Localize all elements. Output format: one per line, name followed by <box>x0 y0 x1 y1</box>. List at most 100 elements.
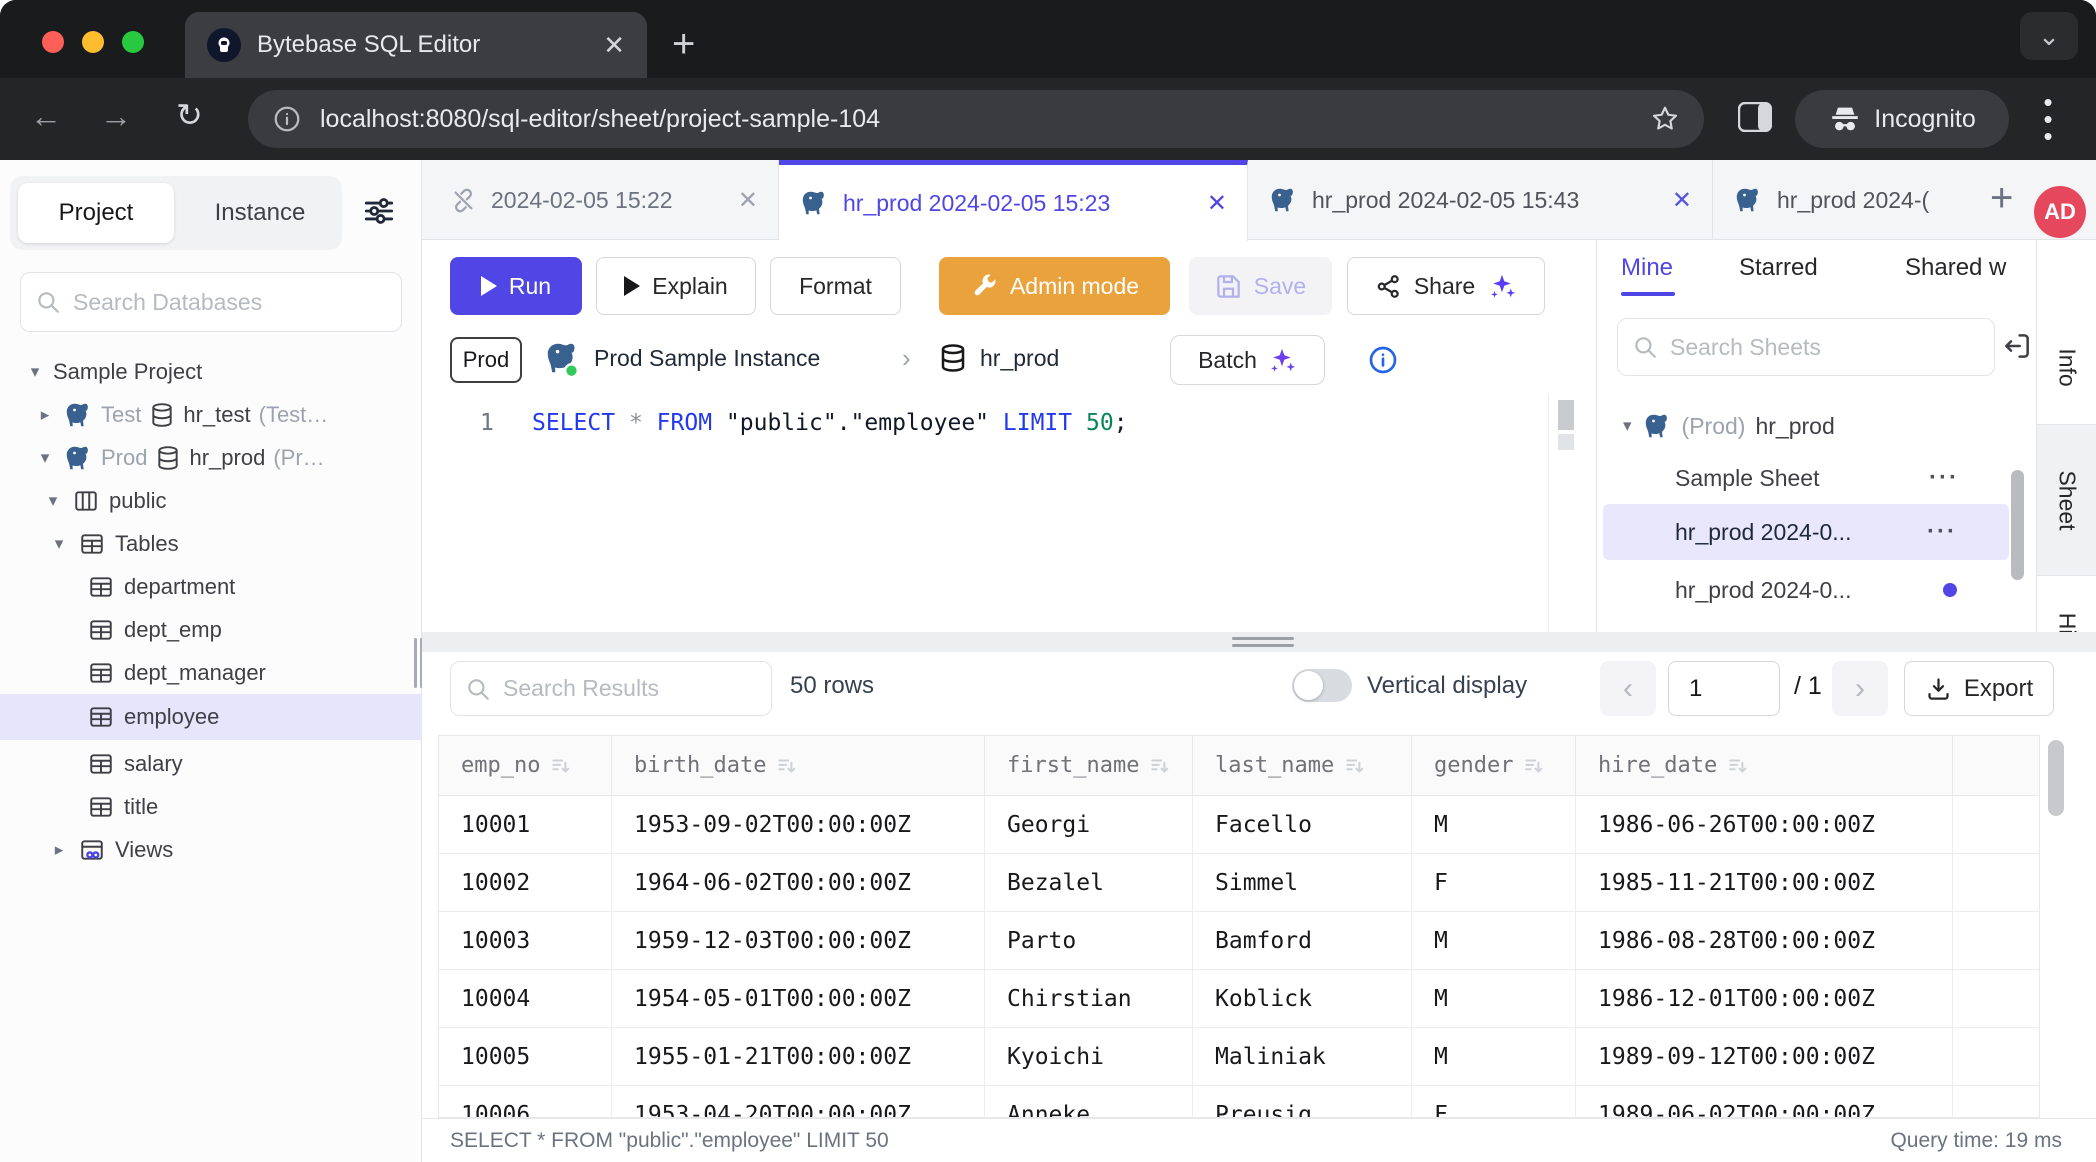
sort-icon[interactable] <box>1727 755 1749 777</box>
tree-node-schema-public[interactable]: ▾ public <box>0 479 422 522</box>
environment-badge[interactable]: Prod <box>450 337 522 383</box>
sheet-item[interactable]: hr_prod 2024-0... <box>1597 564 2029 616</box>
page-input[interactable]: 1 <box>1668 661 1780 716</box>
cell[interactable]: 1964-06-02T00:00:00Z <box>612 854 985 911</box>
cell[interactable]: Anneke <box>985 1086 1193 1118</box>
sheets-tab-starred[interactable]: Starred <box>1739 254 1818 282</box>
database-name[interactable]: hr_prod <box>980 345 1059 372</box>
close-tab-icon[interactable]: ✕ <box>1207 189 1227 218</box>
tree-node-db-prod[interactable]: ▾ Prod hr_prod (Pr… <box>0 436 422 479</box>
cell[interactable]: 1953-09-02T00:00:00Z <box>612 796 985 853</box>
caret-down-icon[interactable]: ▾ <box>1623 416 1632 436</box>
sheet-item[interactable]: Sample Sheet ··· <box>1597 452 2029 504</box>
tree-node-table[interactable]: department <box>0 565 422 608</box>
cell[interactable]: 1959-12-03T00:00:00Z <box>612 912 985 969</box>
prev-page-button[interactable]: ‹ <box>1600 661 1656 716</box>
search-results-input[interactable]: Search Results <box>450 661 772 716</box>
sort-icon[interactable] <box>1344 755 1366 777</box>
address-bar[interactable]: localhost:8080/sql-editor/sheet/project-… <box>248 90 1704 148</box>
close-window-button[interactable] <box>42 31 64 53</box>
cell[interactable]: M <box>1412 1028 1576 1085</box>
user-avatar[interactable]: AD <box>2034 186 2086 238</box>
tab-project[interactable]: Project <box>18 183 174 243</box>
tab-search-chevron[interactable]: ⌄ <box>2020 12 2078 60</box>
column-header[interactable]: birth_date <box>612 736 985 795</box>
reload-icon[interactable]: ↻ <box>176 96 203 134</box>
bookmark-star-icon[interactable] <box>1650 104 1680 134</box>
browser-menu-icon[interactable]: ••• <box>2040 94 2056 145</box>
zoom-window-button[interactable] <box>122 31 144 53</box>
cell[interactable]: 10005 <box>439 1028 612 1085</box>
cell[interactable]: Georgi <box>985 796 1193 853</box>
cell[interactable]: 1986-12-01T00:00:00Z <box>1576 970 1953 1027</box>
close-tab-icon[interactable]: ✕ <box>1672 186 1692 215</box>
cell[interactable]: 1953-04-20T00:00:00Z <box>612 1086 985 1118</box>
cell[interactable]: Maliniak <box>1193 1028 1412 1085</box>
column-header[interactable]: last_name <box>1193 736 1412 795</box>
sheet-menu-icon[interactable]: ··· <box>1927 518 1957 546</box>
sheets-scrollbar-thumb[interactable] <box>2011 470 2024 580</box>
column-header[interactable]: hire_date <box>1576 736 1953 795</box>
cell[interactable]: 1955-01-21T00:00:00Z <box>612 1028 985 1085</box>
table-row[interactable]: 100011953-09-02T00:00:00ZGeorgiFacelloM1… <box>439 796 2039 854</box>
close-tab-icon[interactable]: ✕ <box>738 186 758 215</box>
browser-tab[interactable]: Bytebase SQL Editor ✕ <box>185 12 647 78</box>
tree-node-table-selected[interactable]: employee <box>0 694 422 740</box>
table-row[interactable]: 100021964-06-02T00:00:00ZBezalelSimmelF1… <box>439 854 2039 912</box>
info-icon[interactable] <box>1367 344 1399 376</box>
explain-button[interactable]: Explain <box>596 257 756 315</box>
new-sheet-tab-button[interactable]: + <box>1990 176 2013 221</box>
sheet-group-row[interactable]: ▾ (Prod) hr_prod <box>1597 400 2029 452</box>
cell[interactable]: Bezalel <box>985 854 1193 911</box>
sort-icon[interactable] <box>1149 755 1171 777</box>
caret-down-icon[interactable]: ▾ <box>43 491 63 511</box>
format-button[interactable]: Format <box>770 257 901 315</box>
cell[interactable]: 10003 <box>439 912 612 969</box>
cell[interactable]: Facello <box>1193 796 1412 853</box>
editor-tab-1[interactable]: 2024-02-05 15:22 ✕ <box>430 160 779 240</box>
column-header[interactable]: gender <box>1412 736 1576 795</box>
cell[interactable]: Bamford <box>1193 912 1412 969</box>
side-tab-info[interactable]: Info <box>2037 322 2096 412</box>
caret-right-icon[interactable]: ▸ <box>49 840 69 860</box>
next-page-button[interactable]: › <box>1832 661 1888 716</box>
sheets-tab-mine[interactable]: Mine <box>1621 254 1673 282</box>
cell[interactable]: 10006 <box>439 1086 612 1118</box>
table-row[interactable]: 100061953-04-20T00:00:00ZAnnekePreusigF1… <box>439 1086 2039 1118</box>
sort-icon[interactable] <box>1523 755 1545 777</box>
filter-settings-icon[interactable] <box>360 192 398 230</box>
cell[interactable]: 10004 <box>439 970 612 1027</box>
cell[interactable]: Koblick <box>1193 970 1412 1027</box>
panel-divider[interactable] <box>422 632 2096 652</box>
sort-icon[interactable] <box>776 755 798 777</box>
cell[interactable]: M <box>1412 912 1576 969</box>
sheet-item-selected[interactable]: hr_prod 2024-0... ··· <box>1603 504 2009 560</box>
editor-tab-4[interactable]: hr_prod 2024-( <box>1713 160 1968 240</box>
collapse-panel-icon[interactable] <box>2001 330 2033 362</box>
column-header[interactable]: emp_no <box>439 736 612 795</box>
batch-button[interactable]: Batch <box>1170 335 1325 385</box>
close-tab-icon[interactable]: ✕ <box>603 30 625 61</box>
cell[interactable]: M <box>1412 796 1576 853</box>
export-button[interactable]: Export <box>1904 661 2054 716</box>
share-button[interactable]: Share <box>1347 257 1545 315</box>
caret-down-icon[interactable]: ▾ <box>25 362 45 382</box>
minimize-window-button[interactable] <box>82 31 104 53</box>
table-scrollbar-thumb[interactable] <box>2048 740 2064 816</box>
table-row[interactable]: 100031959-12-03T00:00:00ZPartoBamfordM19… <box>439 912 2039 970</box>
cell[interactable]: 10002 <box>439 854 612 911</box>
cell[interactable]: 1986-06-26T00:00:00Z <box>1576 796 1953 853</box>
tree-node-table[interactable]: salary <box>0 742 422 785</box>
back-icon[interactable]: ← <box>30 98 62 135</box>
forward-icon[interactable]: → <box>100 98 132 135</box>
side-panel-icon[interactable] <box>1738 102 1772 132</box>
sheet-menu-icon[interactable]: ··· <box>1929 464 1959 492</box>
sql-editor[interactable]: 1 SELECT * FROM "public"."employee" LIMI… <box>422 394 1596 632</box>
tree-node-table[interactable]: dept_manager <box>0 651 422 694</box>
instance-name[interactable]: Prod Sample Instance <box>594 345 820 372</box>
cell[interactable]: F <box>1412 1086 1576 1118</box>
sort-icon[interactable] <box>550 755 572 777</box>
admin-mode-button[interactable]: Admin mode <box>939 257 1170 315</box>
search-databases-input[interactable]: Search Databases <box>20 272 402 332</box>
tree-node-table[interactable]: title <box>0 785 422 828</box>
